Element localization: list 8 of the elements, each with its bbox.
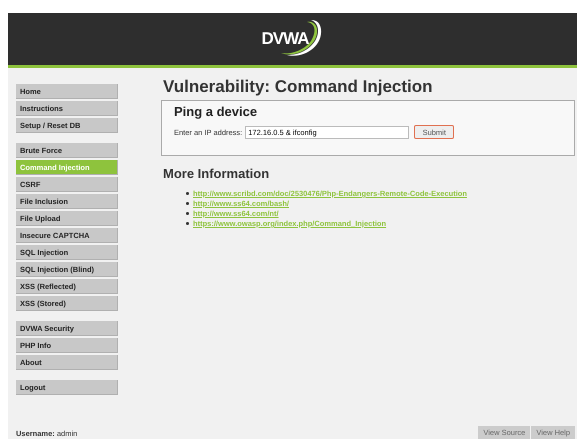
panel-heading: Ping a device — [174, 104, 258, 119]
logo: DVWA — [254, 19, 330, 59]
bullet-icon — [186, 222, 189, 225]
bullet-icon — [186, 202, 189, 205]
page-title: Vulnerability: Command Injection — [163, 77, 434, 97]
section-heading: More Information — [163, 166, 270, 181]
bullet-icon — [186, 192, 189, 195]
bullet-icon — [186, 212, 189, 215]
